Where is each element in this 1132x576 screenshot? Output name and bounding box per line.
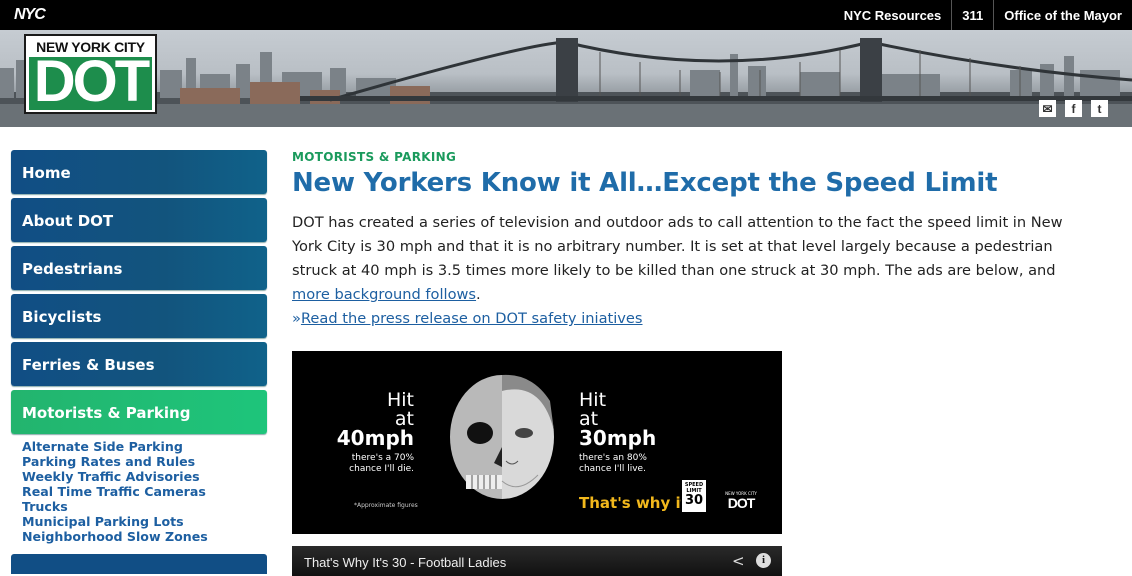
ad-left-text: Hit at 40mph there's a 70% chance I'll d… [332,391,414,475]
sidebar-item-bicyclists[interactable]: Bicyclists [11,294,267,338]
info-icon[interactable]: i [756,553,771,568]
sidebar-item-motorists-parking[interactable]: Motorists & Parking [11,390,267,434]
subnav-trucks[interactable]: Trucks [22,499,267,514]
sidebar-nav: Home About DOT Pedestrians Bicyclists Fe… [11,150,267,574]
ad-dot-logo: NEW YORK CITY DOT [724,491,758,513]
sidebar-item-home[interactable]: Home [11,150,267,194]
subnav-weekly-traffic-advisories[interactable]: Weekly Traffic Advisories [22,469,267,484]
sidebar-item-ferries-buses[interactable]: Ferries & Buses [11,342,267,386]
social-links: ✉ f t [1039,100,1108,117]
311-link[interactable]: 311 [951,0,993,30]
ad-right-line1: there's an 80% [579,453,647,463]
press-prefix-icon: » [292,310,301,327]
subnav-parking-rates[interactable]: Parking Rates and Rules [22,454,267,469]
sidebar-subnav: Alternate Side Parking Parking Rates and… [22,439,267,544]
press-release-link[interactable]: Read the press release on DOT safety ini… [301,310,643,327]
nyc-resources-link[interactable]: NYC Resources [834,0,952,30]
ad-left-speed: 40mph [336,426,414,450]
skyline-bridge-image [0,38,1132,127]
dot-logo[interactable]: NEW YORK CITY DOT [24,34,157,114]
ad-left-line1: there's a 70% [351,453,414,463]
office-of-the-mayor-link[interactable]: Office of the Mayor [993,0,1132,30]
intro-end: . [476,286,481,303]
section-label: MOTORISTS & PARKING [292,150,457,164]
top-links: NYC Resources 311 Office of the Mayor [834,0,1132,30]
face-skull-image [450,374,554,499]
video-player[interactable]: That's Why It's 30 - Football Ladies < i [292,546,782,576]
speed-limit-ad: Hit at 40mph there's a 70% chance I'll d… [292,351,782,534]
speed-limit-sign: SPEED LIMIT 30 [681,479,707,513]
twitter-icon[interactable]: t [1091,100,1108,117]
video-title[interactable]: That's Why It's 30 - Football Ladies [304,555,506,570]
nyc-logo[interactable]: NYC [14,6,46,24]
intro-paragraph: DOT has created a series of television a… [292,211,1092,307]
ad-logo-mark: DOT [727,495,756,511]
sidebar-item-pedestrians[interactable]: Pedestrians [11,246,267,290]
ad-right-line2: chance I'll live. [579,464,646,474]
press-release-line: »Read the press release on DOT safety in… [292,307,1092,331]
intro-text: DOT has created a series of television a… [292,214,1063,279]
top-bar: NYC NYC Resources 311 Office of the Mayo… [0,0,1132,30]
speed-sign-value: 30 [684,493,704,508]
ad-right-text: Hit at 30mph there's an 80% chance I'll … [579,391,656,475]
subnav-municipal-parking-lots[interactable]: Municipal Parking Lots [22,514,267,529]
page-title: New Yorkers Know it All…Except the Speed… [292,168,998,198]
sidebar-item-about-dot[interactable]: About DOT [11,198,267,242]
facebook-icon[interactable]: f [1065,100,1082,117]
sidebar-next-item[interactable] [11,554,267,574]
subnav-real-time-traffic-cameras[interactable]: Real Time Traffic Cameras [22,484,267,499]
dot-logo-title: NEW YORK CITY [36,39,145,55]
ad-left-line2: chance I'll die. [349,464,414,474]
header-banner: ✉ f t [0,30,1132,127]
more-background-link[interactable]: more background follows [292,286,476,303]
main-content: MOTORISTS & PARKING New Yorkers Know it … [292,150,1092,576]
ad-right-speed: 30mph [579,426,657,450]
subnav-neighborhood-slow-zones[interactable]: Neighborhood Slow Zones [22,529,267,544]
share-icon[interactable]: < [732,552,745,570]
ad-approx-note: *Approximate figures [354,502,418,509]
email-icon[interactable]: ✉ [1039,100,1056,117]
subnav-alternate-side-parking[interactable]: Alternate Side Parking [22,439,267,454]
dot-logo-mark: DOT [29,57,152,110]
